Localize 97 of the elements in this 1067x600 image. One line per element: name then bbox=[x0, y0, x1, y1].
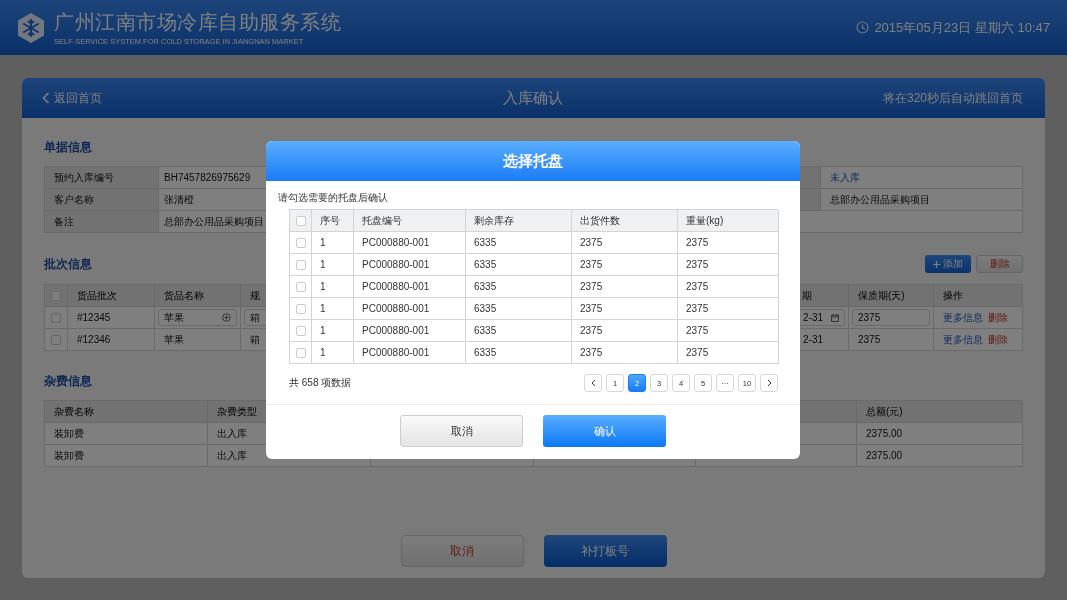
app-title: 广州江南市场冷库自助服务系统 bbox=[54, 9, 341, 34]
page-title: 入库确认 bbox=[502, 88, 563, 108]
table-cell: 装卸费 bbox=[45, 445, 208, 467]
table-cell: 1 bbox=[312, 320, 354, 342]
table-cell: 1 bbox=[312, 298, 354, 320]
value-cell: 总部办公用品采购项目 bbox=[821, 189, 1023, 211]
label-cell: 客户名称 bbox=[45, 189, 159, 211]
table-cell: PC000880-001 bbox=[354, 298, 466, 320]
previous-page-button[interactable] bbox=[584, 374, 602, 392]
table-cell: PC000880-001 bbox=[354, 320, 466, 342]
checkbox[interactable] bbox=[295, 325, 306, 336]
table-cell: 2375 bbox=[572, 232, 678, 254]
delete-button[interactable]: 删除 bbox=[976, 255, 1023, 273]
table-cell: 6335 bbox=[466, 232, 572, 254]
section-heading: 单据信息 bbox=[44, 139, 92, 156]
table-cell: 1 bbox=[312, 276, 354, 298]
plus-circle-icon bbox=[222, 313, 231, 322]
table-cell: 2375.00 bbox=[857, 423, 1023, 445]
column-header: 货品名称 bbox=[155, 285, 241, 307]
confirm-button[interactable]: 确认 bbox=[543, 415, 666, 447]
calendar-icon bbox=[831, 313, 839, 322]
table-cell: 2375 bbox=[572, 320, 678, 342]
table-cell: 2375 bbox=[678, 342, 779, 364]
name-field[interactable]: 苹果 bbox=[158, 309, 237, 326]
table-cell: 6335 bbox=[466, 298, 572, 320]
chevron-left-icon bbox=[42, 92, 50, 104]
table-cell: 1 bbox=[312, 254, 354, 276]
section-heading: 批次信息 bbox=[44, 256, 92, 273]
table-cell: PC000880-001 bbox=[354, 254, 466, 276]
column-header: 杂费名称 bbox=[45, 401, 208, 423]
checkbox[interactable] bbox=[51, 312, 61, 323]
dialog-title: 选择托盘 bbox=[266, 141, 800, 181]
column-header: 托盘编号 bbox=[354, 210, 466, 232]
clock-icon bbox=[856, 21, 870, 34]
column-header: 出货件数 bbox=[572, 210, 678, 232]
table-cell: PC000880-001 bbox=[354, 276, 466, 298]
hint-text: 请勾选需要的托盘后确认 bbox=[278, 192, 389, 203]
table-cell: 6335 bbox=[466, 320, 572, 342]
checkbox[interactable] bbox=[51, 290, 61, 301]
checkbox[interactable] bbox=[295, 237, 306, 248]
chevron-right-icon bbox=[766, 379, 772, 387]
column-header: 货品批次 bbox=[68, 285, 155, 307]
delete-link[interactable]: 删除 bbox=[988, 310, 1008, 325]
total-count: 共 658 项数据 bbox=[289, 376, 352, 390]
table-cell: 装卸费 bbox=[45, 423, 208, 445]
table-cell: 苹果 bbox=[155, 329, 241, 351]
table-cell: 6335 bbox=[466, 342, 572, 364]
checkbox[interactable] bbox=[51, 334, 61, 345]
column-header: 重量(kg) bbox=[678, 210, 779, 232]
column-header: 序号 bbox=[312, 210, 354, 232]
checkbox[interactable] bbox=[295, 303, 306, 314]
table-cell: 2375 bbox=[678, 254, 779, 276]
value-cell: 未入库 bbox=[821, 167, 1023, 189]
table-cell: PC000880-001 bbox=[354, 232, 466, 254]
table-cell: 1 bbox=[312, 232, 354, 254]
date-time: 2015年05月23日 星期六 10:47 bbox=[874, 18, 1050, 37]
shelf-life-field[interactable]: 2375 bbox=[852, 309, 930, 326]
chevron-left-icon bbox=[590, 379, 596, 387]
section-heading: 杂费信息 bbox=[44, 373, 92, 390]
plus-icon bbox=[933, 260, 940, 268]
reprint-button[interactable]: 补打板号 bbox=[543, 535, 667, 567]
label-cell: 预约入库编号 bbox=[45, 167, 159, 189]
label-cell: 备注 bbox=[45, 211, 159, 233]
next-page-button[interactable] bbox=[760, 374, 778, 392]
table-cell: 2375 bbox=[572, 298, 678, 320]
table-cell: 2375 bbox=[572, 342, 678, 364]
column-header: 操作 bbox=[934, 285, 1023, 307]
column-header: 保质期(天) bbox=[849, 285, 934, 307]
table-cell: 1 bbox=[312, 342, 354, 364]
checkbox[interactable] bbox=[295, 347, 306, 358]
table-cell: PC000880-001 bbox=[354, 342, 466, 364]
cancel-button[interactable]: 取消 bbox=[400, 535, 524, 567]
snowflake-logo-icon bbox=[16, 11, 46, 44]
checkbox[interactable] bbox=[295, 215, 306, 226]
more-info-link[interactable]: 更多信息 bbox=[943, 310, 983, 325]
countdown-text: 将在320秒后自动跳回首页 bbox=[882, 89, 1023, 107]
table-cell: 2375 bbox=[678, 320, 779, 342]
back-link[interactable]: 返回首页 bbox=[42, 89, 102, 107]
cancel-button[interactable]: 取消 bbox=[400, 415, 523, 447]
table-cell: 2375 bbox=[678, 232, 779, 254]
checkbox[interactable] bbox=[295, 259, 306, 270]
table-cell: 2375 bbox=[572, 254, 678, 276]
checkbox[interactable] bbox=[295, 281, 306, 292]
delete-link[interactable]: 删除 bbox=[988, 332, 1008, 347]
table-cell: 2375 bbox=[849, 329, 934, 351]
table-cell: 2375 bbox=[572, 276, 678, 298]
table-cell: 6335 bbox=[466, 254, 572, 276]
add-button[interactable]: 添加 bbox=[925, 255, 971, 273]
table-cell: #12345 bbox=[68, 307, 155, 329]
table-cell: 6335 bbox=[466, 276, 572, 298]
column-header: 总额(元) bbox=[857, 401, 1023, 423]
more-info-link[interactable]: 更多信息 bbox=[943, 332, 983, 347]
column-header: 剩余库存 bbox=[466, 210, 572, 232]
table-cell: 2375.00 bbox=[857, 445, 1023, 467]
table-cell: 2375 bbox=[678, 298, 779, 320]
table-cell: #12346 bbox=[68, 329, 155, 351]
table-cell: 2375 bbox=[678, 276, 779, 298]
